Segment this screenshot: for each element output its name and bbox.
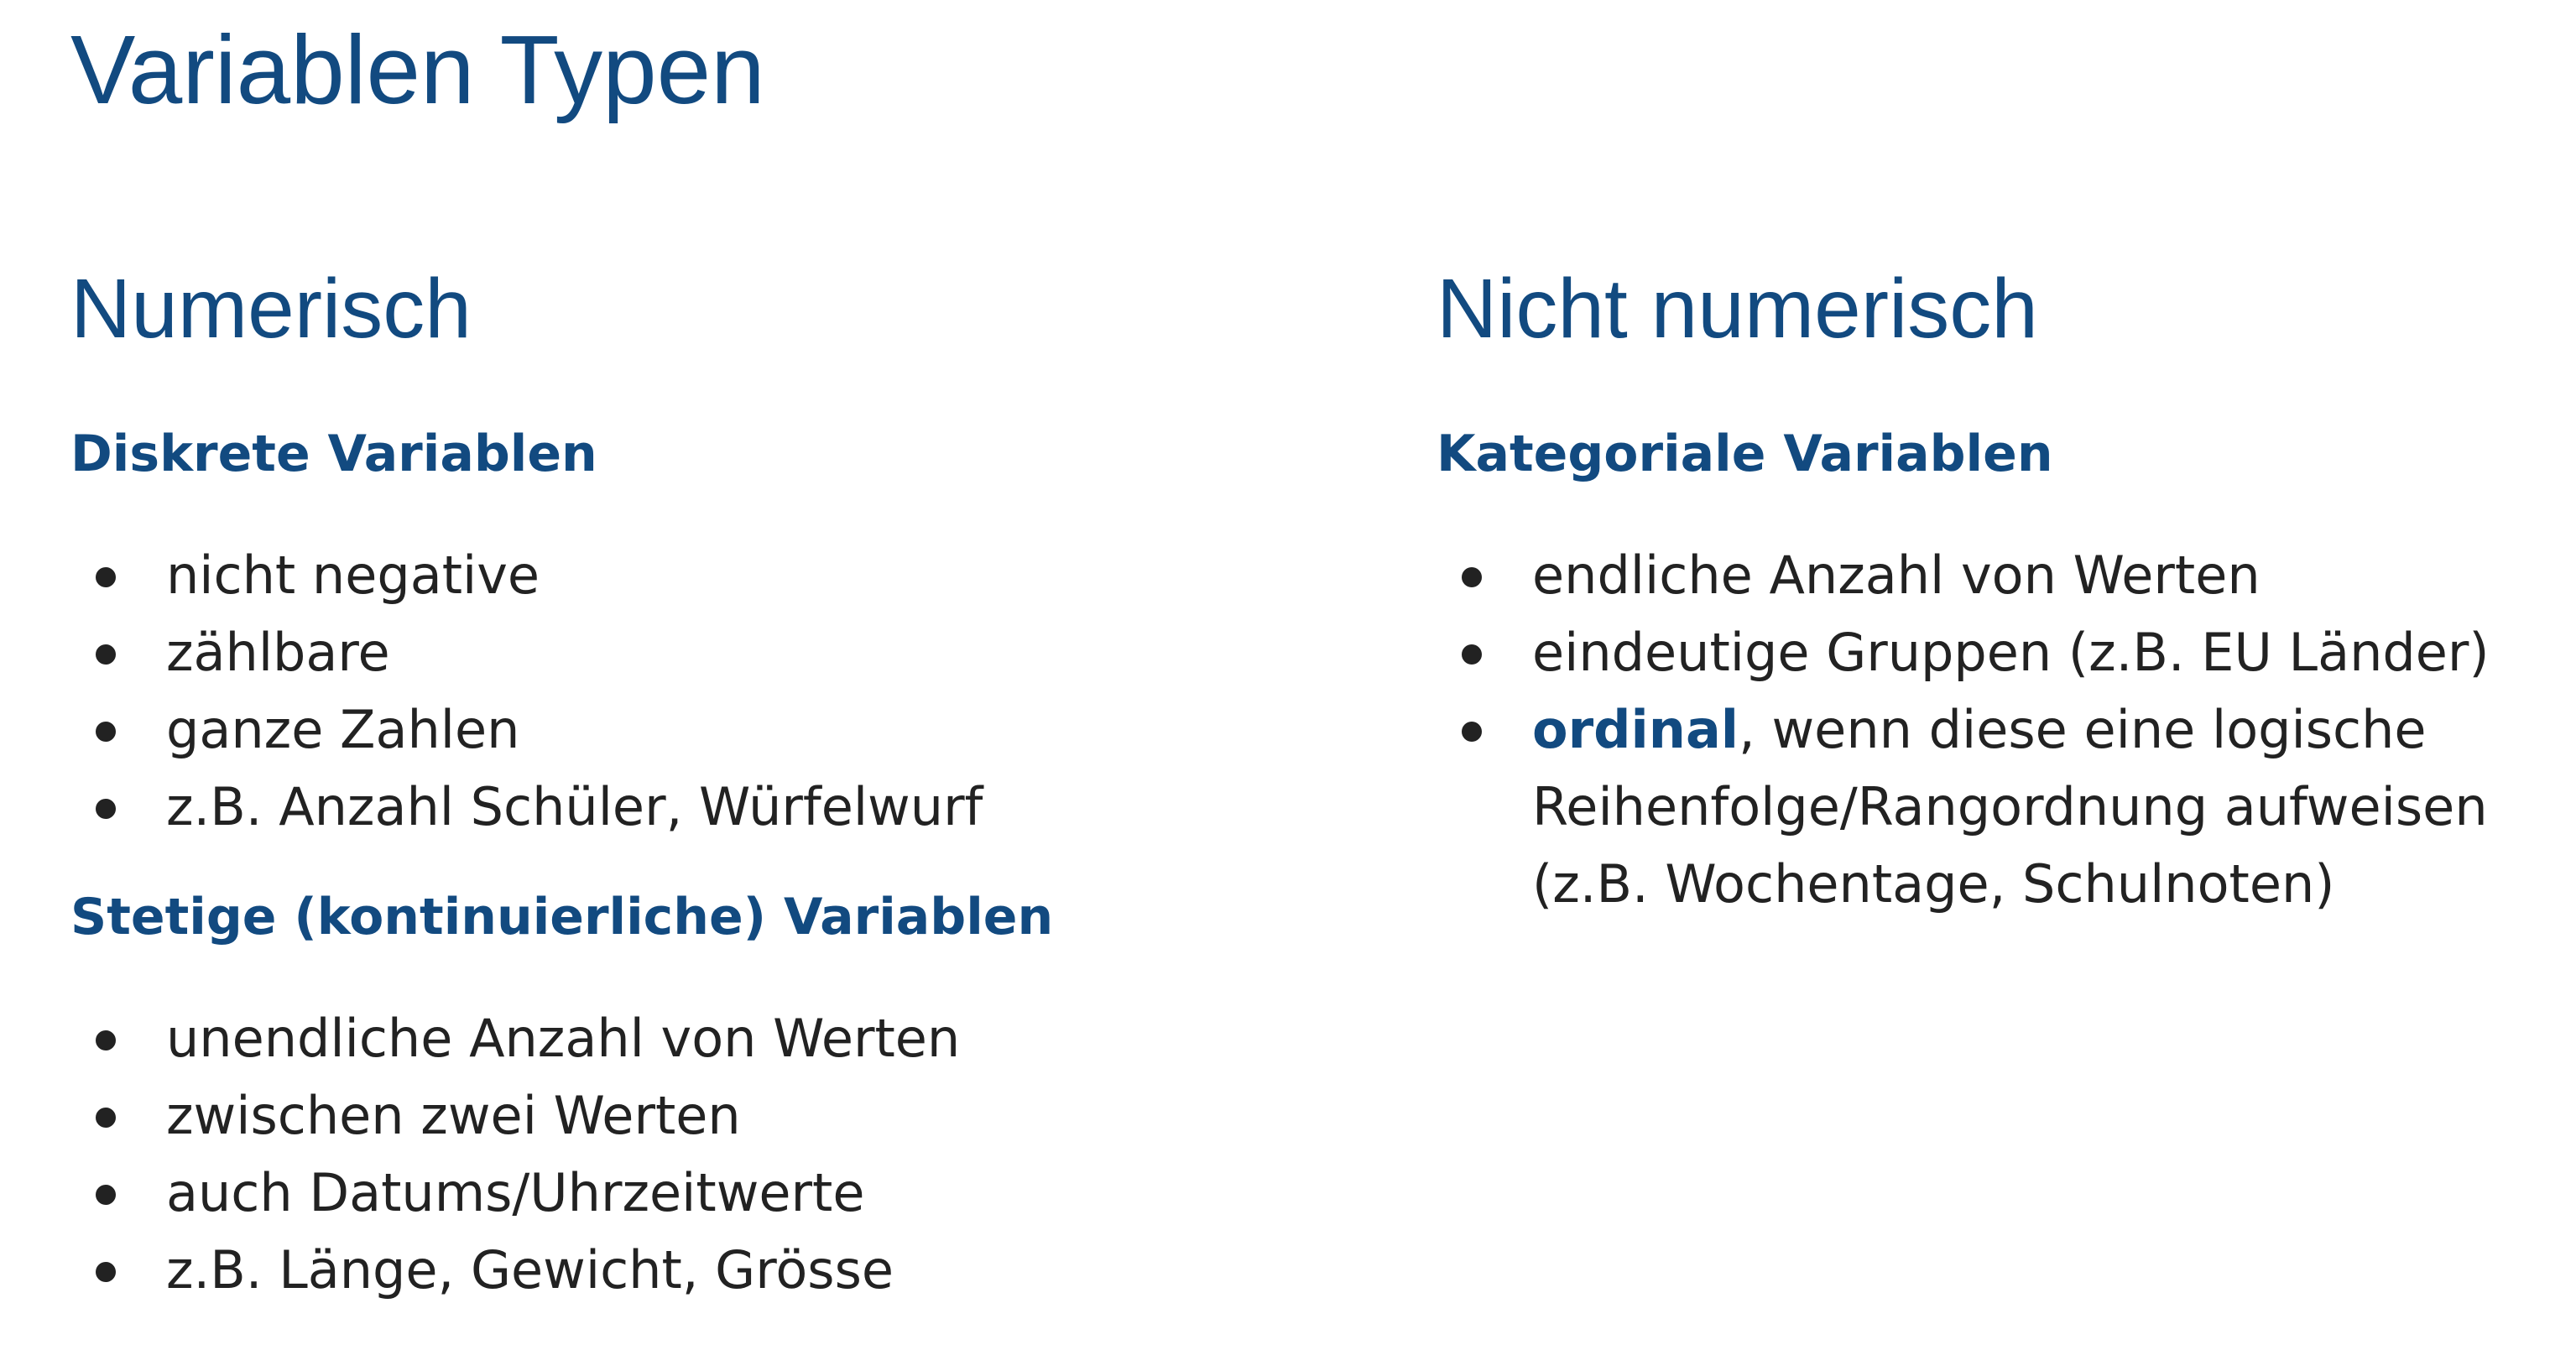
bullet-icon (1462, 644, 1482, 665)
list-item-text: endliche Anzahl von Werten (1532, 545, 2261, 606)
bullet-icon (96, 1262, 116, 1282)
list-item: nicht negative (96, 537, 1329, 614)
list-item-text: nicht negative (166, 545, 540, 606)
list-item-ordinal: ordinal, wenn diese eine logische Reihen… (1462, 691, 2561, 923)
bullet-icon (1462, 722, 1482, 742)
list-item-text: zählbare (166, 622, 390, 683)
continuous-variables-heading: Stetige (kontinuierliche) Variablen (70, 888, 1054, 946)
list-item: z.B. Länge, Gewicht, Grösse (96, 1232, 1329, 1309)
page-title: Variablen Typen (70, 15, 765, 124)
numeric-column: Numerisch Diskrete Variablen nicht negat… (70, 252, 1329, 1309)
bullet-icon (96, 1108, 116, 1128)
list-item: zählbare (96, 614, 1329, 691)
categorical-variables-list: endliche Anzahl von Werten eindeutige Gr… (1437, 537, 2561, 923)
discrete-variables-list: nicht negative zählbare ganze Zahlen z.B… (70, 537, 1329, 846)
list-item: zwischen zwei Werten (96, 1077, 1329, 1155)
list-item: z.B. Anzahl Schüler, Würfelwurf (96, 769, 1329, 846)
list-item-text: z.B. Länge, Gewicht, Grösse (166, 1239, 894, 1301)
list-item-text: z.B. Anzahl Schüler, Würfelwurf (166, 776, 983, 837)
bullet-icon (96, 1030, 116, 1050)
numeric-heading: Numerisch (70, 262, 472, 356)
continuous-variables-list: unendliche Anzahl von Werten zwischen zw… (70, 1000, 1329, 1309)
categorical-variables-heading: Kategoriale Variablen (1437, 425, 2053, 483)
bullet-icon (96, 799, 116, 819)
bullet-icon (96, 644, 116, 665)
bullet-icon (96, 1185, 116, 1205)
list-item: auch Datums/Uhrzeitwerte (96, 1155, 1329, 1232)
bullet-icon (96, 567, 116, 587)
bullet-icon (1462, 567, 1482, 587)
non-numeric-column: Nicht numerisch Kategoriale Variablen en… (1437, 252, 2561, 923)
list-item: eindeutige Gruppen (z.B. EU Länder) (1462, 614, 2561, 691)
non-numeric-heading: Nicht numerisch (1437, 262, 2038, 356)
list-item-text: zwischen zwei Werten (166, 1085, 741, 1146)
ordinal-term: ordinal (1532, 699, 1739, 760)
list-item: ganze Zahlen (96, 691, 1329, 769)
bullet-icon (96, 722, 116, 742)
list-item: unendliche Anzahl von Werten (96, 1000, 1329, 1077)
list-item-text: auch Datums/Uhrzeitwerte (166, 1162, 865, 1223)
discrete-variables-heading: Diskrete Variablen (70, 425, 597, 483)
list-item: endliche Anzahl von Werten (1462, 537, 2561, 614)
list-item-text: unendliche Anzahl von Werten (166, 1008, 961, 1069)
list-item-text: eindeutige Gruppen (z.B. EU Länder) (1532, 622, 2490, 683)
list-item-text: ganze Zahlen (166, 699, 520, 760)
